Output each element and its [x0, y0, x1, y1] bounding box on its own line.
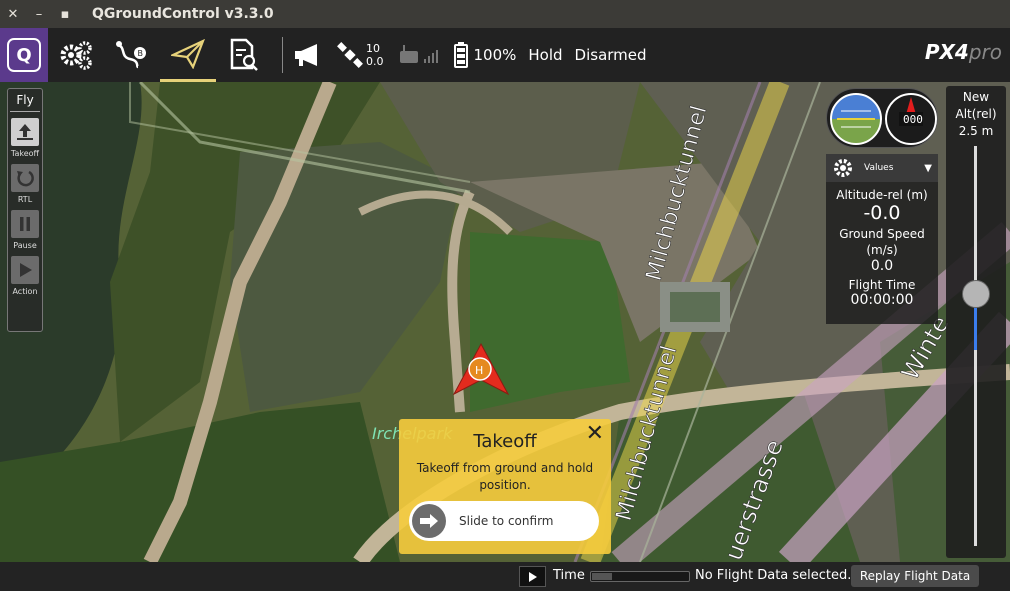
settings-button[interactable] — [48, 28, 104, 82]
rc-rssi-indicator[interactable] — [398, 43, 440, 67]
log-replay-bar: Time No Flight Data selected.. Replay Fl… — [0, 562, 1010, 591]
megaphone-icon — [295, 44, 317, 66]
play-icon — [528, 571, 537, 582]
rc-transmitter-icon — [399, 45, 438, 63]
gps-indicator[interactable]: 10 0.0 — [337, 42, 384, 68]
compass-heading: 000 — [903, 113, 923, 126]
dialog-message: Takeoff from ground and hold position. — [416, 461, 594, 492]
instrument-panel[interactable]: 000 — [826, 88, 938, 148]
altitude-slider-panel: New Alt(rel) 2.5 m — [946, 86, 1006, 558]
altitude-value: -0.0 — [863, 202, 901, 224]
fly-tool-strip-title: Fly — [10, 93, 40, 112]
values-widget-header[interactable]: Values ▼ — [826, 154, 938, 182]
satellite-icon — [337, 42, 363, 68]
qgc-logo-icon: Q — [7, 38, 41, 72]
title-bar: ✕ – ▪ QGroundControl v3.3.0 — [0, 0, 1010, 28]
qgc-logo-button[interactable]: Q — [0, 28, 48, 82]
arrow-right-icon — [420, 514, 438, 528]
play-icon — [11, 256, 39, 284]
takeoff-confirm-dialog: Takeoff ✕ Takeoff from ground and hold p… — [399, 419, 611, 554]
replay-progress-slider[interactable] — [590, 571, 690, 582]
pause-button[interactable]: Pause — [11, 210, 39, 250]
takeoff-icon — [10, 118, 39, 146]
px4-logo-text: PX4 — [924, 40, 969, 64]
altitude-slider-title: New Alt(rel) 2.5 m — [946, 89, 1006, 140]
action-button-label: Action — [12, 287, 38, 296]
pause-icon — [11, 210, 39, 238]
takeoff-button[interactable]: Takeoff — [11, 118, 39, 158]
px4-logo-sub: pro — [968, 40, 1002, 64]
flight-time-value: 00:00:00 — [850, 292, 914, 308]
flight-mode-selector[interactable]: Hold — [528, 46, 562, 64]
replay-progress-handle[interactable] — [592, 573, 612, 580]
replay-time-label: Time — [553, 568, 585, 583]
rtl-button[interactable]: RTL — [11, 164, 39, 204]
window-title: QGroundControl v3.3.0 — [92, 6, 274, 22]
dialog-title: Takeoff — [473, 431, 537, 452]
maximize-window-button[interactable]: ▪ — [52, 0, 78, 28]
battery-percent: 100% — [473, 46, 517, 64]
px4-logo: PX4pro — [925, 40, 1002, 64]
chevron-down-icon: ▼ — [924, 162, 932, 174]
close-icon[interactable]: ✕ — [586, 421, 604, 446]
plan-route-icon: B — [116, 41, 146, 69]
altitude-slider-line1: New — [962, 90, 990, 104]
altitude-slider-value: 2.5 m — [958, 124, 994, 138]
close-window-button[interactable]: ✕ — [0, 0, 26, 28]
plan-button[interactable]: B — [104, 28, 160, 82]
values-widget-title: Values — [864, 163, 894, 173]
messages-indicator[interactable] — [293, 42, 323, 68]
gps-hdop-value: 0.0 — [366, 55, 384, 68]
gps-satellite-count: 10 — [366, 42, 380, 55]
altitude-slider-handle[interactable] — [962, 280, 990, 308]
analyze-button[interactable] — [216, 28, 272, 82]
takeoff-button-label: Takeoff — [10, 149, 40, 158]
replay-play-button[interactable] — [519, 566, 546, 587]
rtl-icon — [11, 164, 39, 192]
battery-indicator[interactable] — [453, 42, 468, 68]
rtl-button-label: RTL — [17, 195, 33, 204]
replay-flight-data-button[interactable]: Replay Flight Data — [851, 565, 979, 587]
ground-speed-label: Ground Speed (m/s) — [839, 227, 925, 257]
minimize-window-button[interactable]: – — [26, 0, 52, 28]
flight-time-label: Flight Time — [848, 278, 916, 292]
toolbar-separator — [282, 37, 283, 73]
main-toolbar: Q B 10 0.0 100% Hold Disarmed PX4pro — [0, 28, 1010, 82]
analyze-document-icon — [230, 38, 258, 71]
attitude-compass-widget: 000 — [830, 93, 937, 145]
altitude-slider-line2: Alt(rel) — [955, 107, 997, 121]
values-widget: Altitude-rel (m) -0.0 Ground Speed (m/s)… — [826, 182, 938, 324]
gears-icon — [60, 41, 92, 70]
replay-status: No Flight Data selected.. — [695, 568, 856, 583]
slide-to-confirm-label: Slide to confirm — [459, 514, 554, 528]
pause-button-label: Pause — [13, 241, 37, 250]
slide-to-confirm[interactable]: Slide to confirm — [409, 501, 599, 541]
ground-speed-value: 0.0 — [870, 258, 894, 274]
arm-state-button[interactable]: Disarmed — [575, 46, 647, 64]
battery-icon — [453, 42, 468, 68]
home-marker-label: H — [475, 364, 483, 377]
altitude-label: Altitude-rel (m) — [836, 188, 928, 202]
slide-handle[interactable] — [412, 504, 446, 538]
svg-text:B: B — [138, 49, 144, 58]
altitude-slider-fill — [974, 306, 977, 350]
paper-plane-icon — [171, 38, 205, 69]
fly-tool-strip: Fly Takeoff RTL Pause Action — [7, 88, 43, 332]
gear-icon — [834, 159, 852, 177]
fly-button[interactable] — [160, 28, 216, 82]
action-button[interactable]: Action — [11, 256, 39, 296]
